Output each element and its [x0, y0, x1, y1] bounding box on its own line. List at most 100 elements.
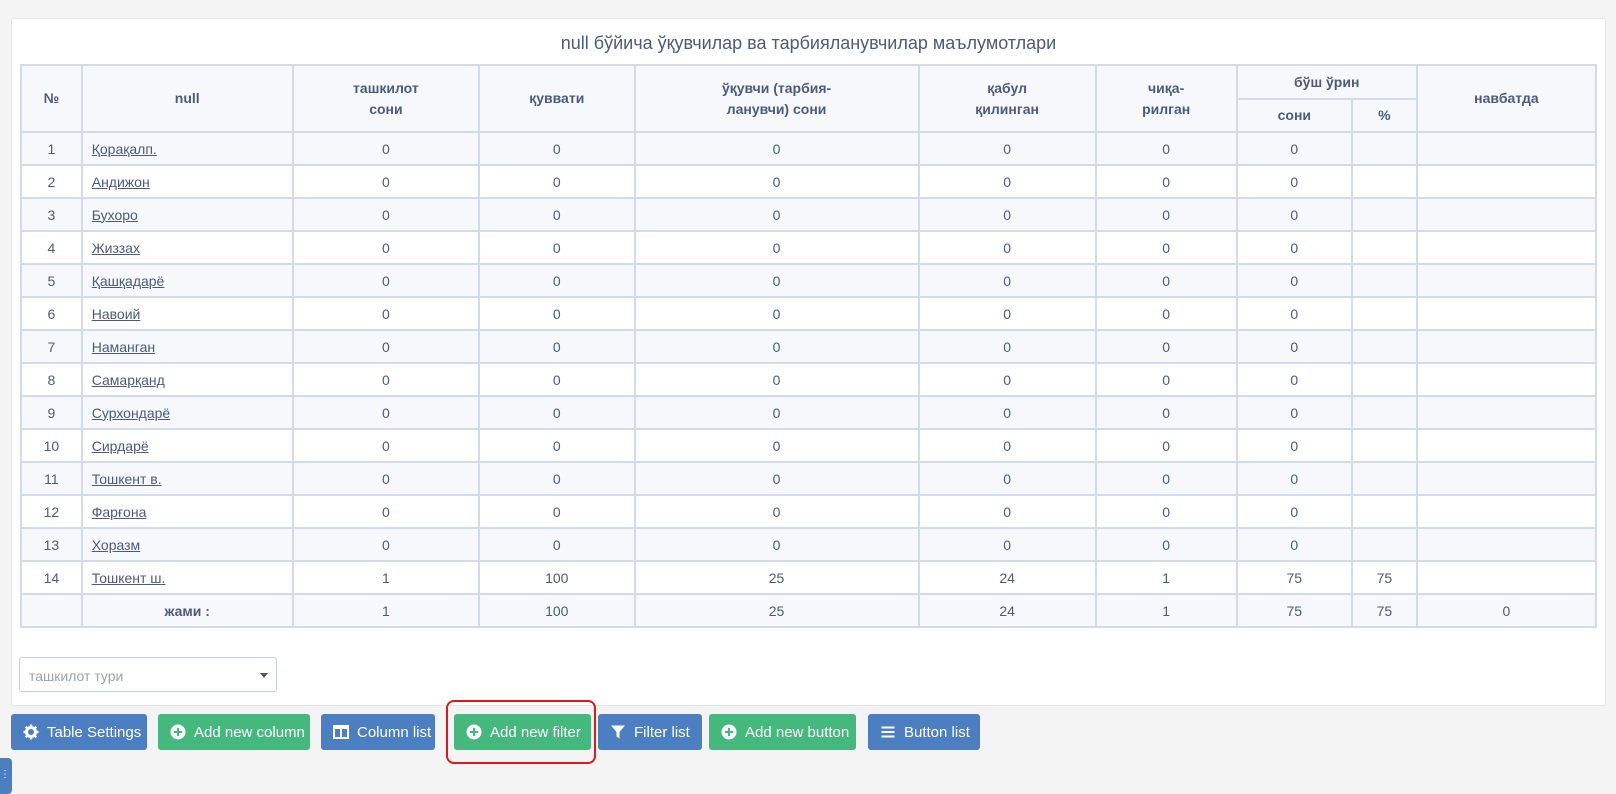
cell-capacity: 0: [478, 494, 636, 529]
table-row: 8 Самарқанд 0 0 0 0 0 0: [20, 362, 1598, 397]
region-link[interactable]: Қашқадарё: [92, 273, 165, 289]
cell-students: 0: [633, 362, 920, 397]
column-list-label: Column list: [357, 723, 432, 741]
region-link[interactable]: Тошкент ш.: [92, 570, 166, 586]
header-queue: навбатда: [1415, 64, 1598, 133]
cell-vacancy: 0: [1235, 395, 1353, 430]
cell-name: Сирдарё: [80, 428, 294, 463]
header-num: №: [20, 64, 83, 133]
cell-students: 0: [633, 494, 920, 529]
region-link[interactable]: Бухоро: [92, 207, 138, 223]
cell-queue: [1415, 329, 1598, 364]
total-row: жами :1 100 25 24 1 75 75 0: [20, 593, 1598, 628]
cell-orgs: 0: [291, 527, 481, 562]
add-button-button[interactable]: Add new button: [709, 714, 856, 750]
cell-students: 0: [633, 230, 920, 265]
columns-icon: [333, 725, 349, 739]
region-link[interactable]: Наманган: [92, 339, 155, 355]
header-name: null: [80, 64, 294, 133]
cell-name: Наманган: [80, 329, 294, 364]
cell-vacancy: 0: [1235, 461, 1353, 496]
cell-name: Фарғона: [80, 494, 294, 529]
cell-name: Тошкент ш.: [80, 560, 294, 595]
cell-capacity: 0: [478, 197, 636, 232]
report-panel: null бўйича ўқувчилар ва тарбияланувчила…: [11, 18, 1606, 706]
cell-orgs: 0: [291, 197, 481, 232]
total-pct: 75: [1350, 593, 1418, 628]
cell-vacancy: 0: [1235, 131, 1353, 166]
plus-circle-icon: [721, 724, 737, 740]
cell-num: 11: [20, 461, 83, 496]
cell-capacity: 0: [478, 296, 636, 331]
table-row: 4 Жиззах 0 0 0 0 0 0: [20, 230, 1598, 265]
filter-list-button[interactable]: Filter list: [598, 714, 702, 750]
cell-pct: [1350, 164, 1418, 199]
cell-vacancy: 0: [1235, 494, 1353, 529]
cell-pct: [1350, 494, 1418, 529]
cell-students: 0: [633, 527, 920, 562]
region-link[interactable]: Андижон: [92, 174, 150, 190]
cell-orgs: 0: [291, 230, 481, 265]
cell-admitted: 0: [917, 527, 1097, 562]
cell-queue: [1415, 461, 1598, 496]
cell-students: 0: [633, 329, 920, 364]
add-button-label: Add new button: [745, 723, 850, 741]
cell-queue: [1415, 395, 1598, 430]
cell-queue: [1415, 362, 1598, 397]
total-released: 1: [1094, 593, 1238, 628]
region-link[interactable]: Навоий: [92, 306, 141, 322]
cell-pct: [1350, 230, 1418, 265]
header-released: чиқа-рилган: [1094, 64, 1238, 133]
drag-handle-icon: ⋮: [0, 769, 10, 780]
cell-queue: [1415, 560, 1598, 595]
total-label: жами :: [80, 593, 294, 628]
cell-admitted: 0: [917, 428, 1097, 463]
side-panel-toggle[interactable]: ⋮: [0, 758, 12, 794]
chevron-down-icon[interactable]: [260, 673, 268, 678]
org-type-placeholder: ташкилот тури: [29, 668, 124, 684]
region-link[interactable]: Сирдарё: [92, 438, 149, 454]
cell-released: 0: [1094, 263, 1238, 298]
add-column-button[interactable]: Add new column: [158, 714, 310, 750]
region-link[interactable]: Самарқанд: [92, 372, 165, 388]
cell-num: 1: [20, 131, 83, 166]
cell-name: Жиззах: [80, 230, 294, 265]
region-link[interactable]: Сурхондарё: [92, 405, 170, 421]
cell-capacity: 100: [478, 560, 636, 595]
cell-admitted: 0: [917, 494, 1097, 529]
region-link[interactable]: Қорақалп.: [92, 141, 157, 157]
table-settings-button[interactable]: Table Settings: [11, 714, 147, 750]
cell-vacancy: 0: [1235, 527, 1353, 562]
cell-pct: 75: [1350, 560, 1418, 595]
region-link[interactable]: Тошкент в.: [92, 471, 162, 487]
cell-pct: [1350, 461, 1418, 496]
cell-num: 7: [20, 329, 83, 364]
cell-orgs: 0: [291, 362, 481, 397]
region-link[interactable]: Жиззах: [92, 240, 140, 256]
table-settings-label: Table Settings: [47, 723, 142, 741]
cell-num: 3: [20, 197, 83, 232]
cell-released: 0: [1094, 527, 1238, 562]
cell-num: 8: [20, 362, 83, 397]
cell-capacity: 0: [478, 461, 636, 496]
cell-name: Бухоро: [80, 197, 294, 232]
cell-admitted: 24: [917, 560, 1097, 595]
gear-icon: [23, 724, 39, 740]
table-row: 10 Сирдарё 0 0 0 0 0 0: [20, 428, 1598, 463]
region-link[interactable]: Фарғона: [92, 504, 147, 520]
region-link[interactable]: Хоразм: [92, 537, 140, 553]
cell-num: 6: [20, 296, 83, 331]
table-body: 1 Қорақалп. 0 0 0 0 0 0 2 Андижон 0 0 0 0 0 0 3 Бухоро 0 0 0…: [20, 131, 1598, 628]
header-vacancy-pct: %: [1350, 98, 1418, 133]
cell-name: Андижон: [80, 164, 294, 199]
button-list-button[interactable]: Button list: [868, 714, 980, 750]
cell-admitted: 0: [917, 362, 1097, 397]
org-type-select[interactable]: ташкилот тури: [19, 657, 277, 692]
cell-released: 0: [1094, 230, 1238, 265]
cell-students: 0: [633, 164, 920, 199]
column-list-button[interactable]: Column list: [321, 714, 435, 750]
cell-vacancy: 0: [1235, 164, 1353, 199]
total-queue: 0: [1415, 593, 1598, 628]
cell-queue: [1415, 527, 1598, 562]
table-row: 5 Қашқадарё 0 0 0 0 0 0: [20, 263, 1598, 298]
